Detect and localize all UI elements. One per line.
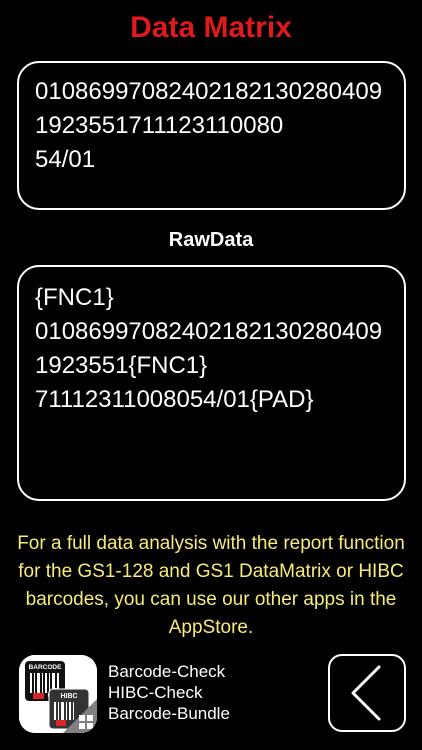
back-button[interactable] <box>328 654 406 732</box>
app-link-barcode-check[interactable]: Barcode-Check <box>108 661 308 682</box>
rawdata-text: {FNC1} 010869970824021821302804091923551… <box>35 284 383 413</box>
app-icon-top-label: BARCODE <box>29 664 63 671</box>
info-text: For a full data analysis with the report… <box>17 533 405 638</box>
page-title: Data Matrix <box>130 11 292 44</box>
app-link-hibc-check[interactable]: HIBC-Check <box>108 682 308 703</box>
chevron-left-icon <box>351 665 381 721</box>
app-icon-graphic: BARCODE HIBC <box>19 655 97 733</box>
rawdata-box: {FNC1} 010869970824021821302804091923551… <box>17 265 406 501</box>
app-links: Barcode-Check HIBC-Check Barcode-Bundle <box>108 661 308 724</box>
barcode-bundle-app-icon[interactable]: BARCODE HIBC <box>19 655 97 733</box>
app-icon-bottom-label: HIBC <box>60 693 77 700</box>
decoded-data-box: 0108699708240218213028040919235517111231… <box>17 61 406 210</box>
decoded-data-text: 0108699708240218213028040919235517111231… <box>35 78 383 173</box>
app-link-barcode-bundle[interactable]: Barcode-Bundle <box>108 703 308 724</box>
rawdata-label: RawData <box>168 229 254 251</box>
